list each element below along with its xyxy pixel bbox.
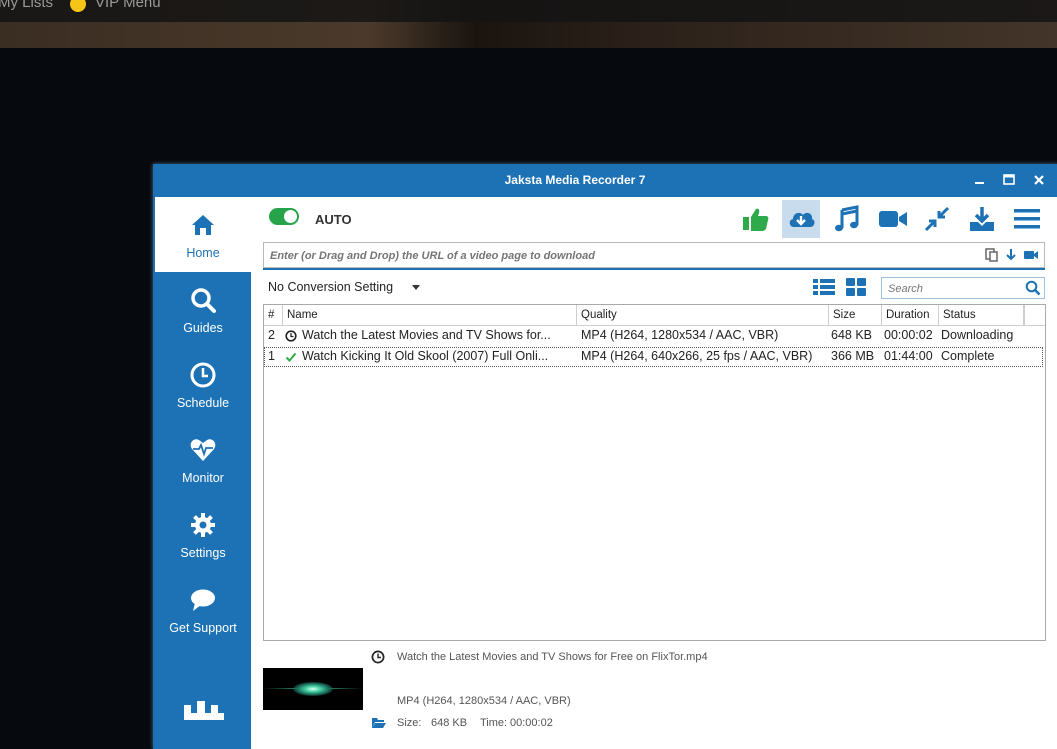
url-bar <box>263 242 1045 268</box>
background-nav-bar: My Lists VIP Menu <box>0 0 1057 22</box>
video-camera-small-icon[interactable] <box>1023 248 1039 262</box>
title-bar[interactable]: Jaksta Media Recorder 7 <box>155 164 1057 197</box>
table-row[interactable]: 2 Watch the Latest Movies and TV Shows f… <box>264 326 1043 346</box>
search-icon <box>191 288 216 313</box>
row-name: Watch the Latest Movies and TV Shows for… <box>302 328 551 342</box>
thumbnail-glow <box>293 682 333 696</box>
video-camera-icon <box>879 211 907 227</box>
window-title: Jaksta Media Recorder 7 <box>504 173 646 187</box>
row-duration: 01:44:00 <box>884 349 933 363</box>
search-box <box>881 277 1045 299</box>
paste-icon[interactable] <box>984 248 1000 262</box>
row-name: Watch Kicking It Old Skool (2007) Full O… <box>302 349 549 363</box>
details-time-label: Time: <box>480 717 508 729</box>
download-tray-button[interactable] <box>963 200 1001 238</box>
arrow-down-icon[interactable] <box>1004 248 1018 262</box>
row-quality: MP4 (H264, 640x266, 25 fps / AAC, VBR) <box>581 349 813 363</box>
chevron-down-icon[interactable] <box>412 285 420 290</box>
details-time: 00:00:02 <box>510 717 553 729</box>
column-header-name[interactable]: Name <box>283 305 577 325</box>
row-quality: MP4 (H264, 1280x534 / AAC, VBR) <box>581 328 779 342</box>
details-format: MP4 (H264, 1280x534 / AAC, VBR) <box>397 695 571 707</box>
bg-nav-vip-menu[interactable]: VIP Menu <box>95 0 161 11</box>
sidebar: Home Guides Schedule Monitor Settings Ge… <box>155 197 251 749</box>
clock-icon <box>371 650 385 664</box>
heart-pulse-icon <box>190 439 216 461</box>
compress-button[interactable] <box>918 200 956 238</box>
clock-icon <box>190 362 216 388</box>
column-header-status[interactable]: Status <box>939 305 1024 325</box>
sidebar-item-label: Schedule <box>176 396 230 410</box>
jaksta-logo-icon <box>184 701 224 720</box>
row-status: Complete <box>941 349 995 363</box>
music-icon <box>835 205 859 232</box>
column-header-size[interactable]: Size <box>829 305 882 325</box>
video-camera-button[interactable] <box>873 200 911 238</box>
column-header-number[interactable]: # <box>264 305 283 325</box>
sidebar-item-get-support[interactable]: Get Support <box>155 572 251 647</box>
row-status: Downloading <box>941 328 1014 342</box>
maximize-icon <box>1003 174 1015 185</box>
table-header: # Name Quality Size Duration Status <box>264 305 1045 326</box>
gear-icon <box>191 513 215 537</box>
search-input[interactable] <box>886 280 1020 297</box>
url-input[interactable] <box>268 246 972 265</box>
chat-bubble-icon <box>191 589 215 611</box>
downloads-table: # Name Quality Size Duration Status 2 Wa… <box>263 304 1046 641</box>
url-bar-underline <box>263 268 1045 270</box>
sidebar-item-settings[interactable]: Settings <box>155 497 251 572</box>
sidebar-item-schedule[interactable]: Schedule <box>155 347 251 422</box>
close-icon <box>1034 175 1044 185</box>
column-header-quality[interactable]: Quality <box>577 305 829 325</box>
grid-view-icon[interactable] <box>845 278 867 296</box>
details-size-label: Size: <box>397 717 422 729</box>
row-size: 648 KB <box>831 328 873 342</box>
bg-nav-my-lists[interactable]: My Lists <box>0 0 53 11</box>
video-thumbnail[interactable] <box>263 668 363 710</box>
sidebar-item-label: Guides <box>183 321 223 335</box>
sidebar-item-label: Monitor <box>182 471 224 485</box>
download-tray-icon <box>970 207 994 231</box>
row-number: 1 <box>268 349 275 363</box>
home-icon <box>192 215 214 235</box>
conversion-setting-dropdown[interactable]: No Conversion Setting <box>268 280 393 294</box>
column-header-filler <box>1024 305 1044 325</box>
auto-label: AUTO <box>315 212 352 227</box>
app-window: Jaksta Media Recorder 7 Home Guides Sche… <box>153 164 1057 749</box>
compress-icon <box>924 206 950 232</box>
sidebar-item-home[interactable]: Home <box>155 197 251 272</box>
vip-icon <box>70 0 86 12</box>
close-button[interactable] <box>1030 171 1048 189</box>
auto-toggle[interactable] <box>269 208 299 225</box>
thumbs-up-icon <box>743 208 769 231</box>
menu-icon <box>1014 209 1040 229</box>
clock-icon <box>285 330 297 342</box>
minimize-icon <box>975 182 984 184</box>
minimize-button[interactable] <box>971 171 989 189</box>
sidebar-item-guides[interactable]: Guides <box>155 272 251 347</box>
details-size: 648 KB <box>431 717 468 729</box>
table-row[interactable]: 1 Watch Kicking It Old Skool (2007) Full… <box>264 347 1043 367</box>
search-icon[interactable] <box>1025 280 1041 296</box>
cloud-download-icon <box>789 212 815 227</box>
details-panel: Watch the Latest Movies and TV Shows for… <box>263 644 1043 744</box>
details-filename: Watch the Latest Movies and TV Shows for… <box>397 651 708 663</box>
list-view-icon[interactable] <box>813 278 835 296</box>
thumbs-up-button[interactable] <box>736 200 774 238</box>
sidebar-item-label: Get Support <box>169 621 237 635</box>
main-menu-button[interactable] <box>1008 200 1046 238</box>
sidebar-item-monitor[interactable]: Monitor <box>155 422 251 497</box>
music-button[interactable] <box>827 200 865 238</box>
row-duration: 00:00:02 <box>884 328 933 342</box>
row-size: 366 MB <box>831 349 875 363</box>
sidebar-item-label: Settings <box>180 546 226 560</box>
sidebar-item-label: Home <box>186 246 220 260</box>
folder-open-icon[interactable] <box>371 716 387 729</box>
column-header-duration[interactable]: Duration <box>882 305 939 325</box>
cloud-download-button[interactable] <box>782 200 820 238</box>
maximize-button[interactable] <box>1000 171 1018 189</box>
check-icon <box>285 352 297 362</box>
row-number: 2 <box>268 328 275 342</box>
